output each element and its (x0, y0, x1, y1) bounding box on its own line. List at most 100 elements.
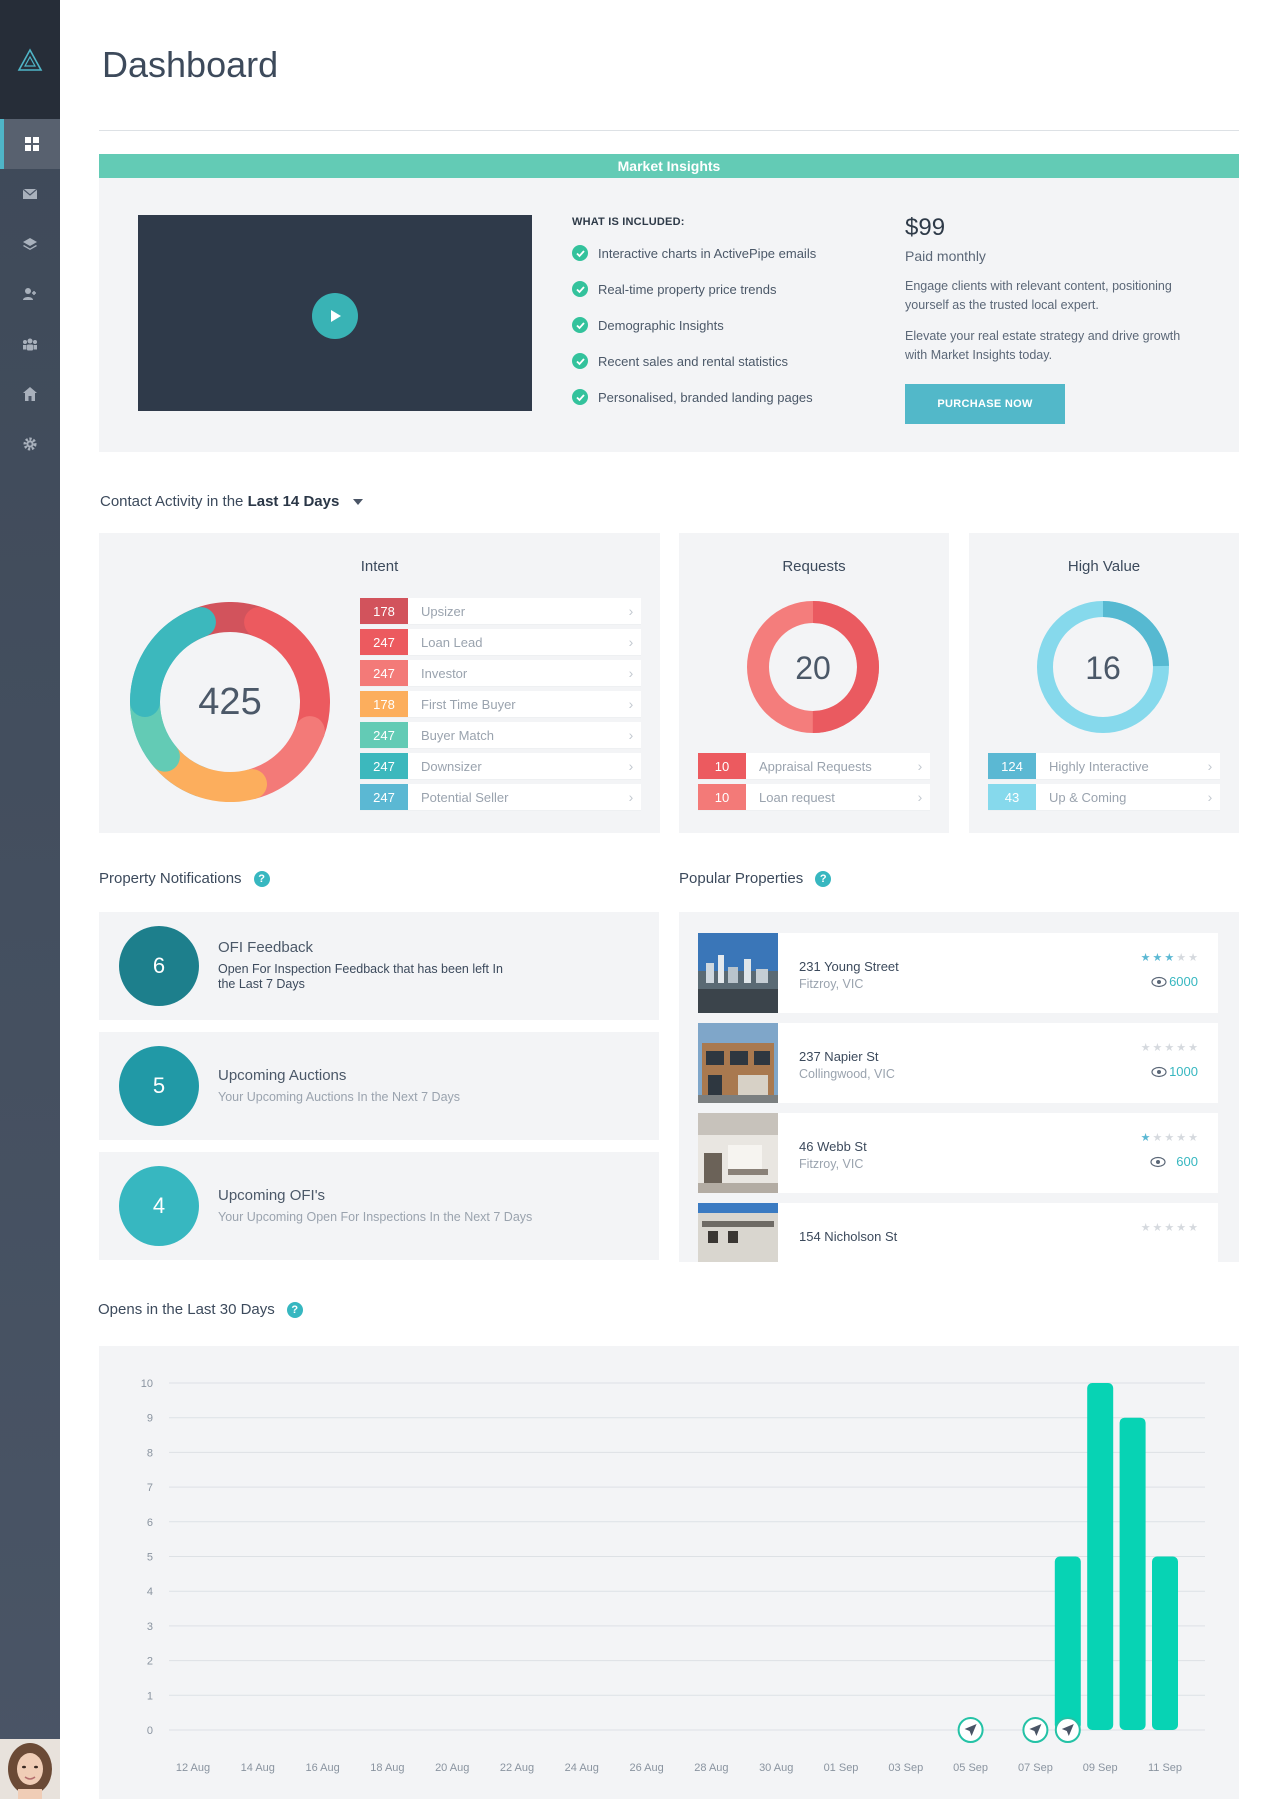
property-image (698, 1023, 778, 1103)
requests-title: Requests (782, 558, 846, 575)
segment-row[interactable]: 43 Up & Coming › (988, 784, 1220, 811)
property-suburb: Fitzroy, VIC (799, 1157, 864, 1171)
property-image (698, 1203, 778, 1262)
sidebar-item-dashboard[interactable] (0, 119, 60, 169)
segment-row[interactable]: 178 Upsizer › (360, 598, 641, 625)
x-tick-label: 22 Aug (500, 1762, 534, 1774)
notification-upcoming-auctions[interactable]: 5 Upcoming Auctions Your Upcoming Auctio… (99, 1032, 659, 1140)
high-value-donut: 16 (1037, 601, 1169, 733)
property-rating: ★★★★★ (1141, 1221, 1200, 1234)
market-insights-panel: WHAT IS INCLUDED: Interactive charts in … (99, 178, 1239, 452)
property-views: 600 (1150, 1154, 1198, 1169)
billing-period: Paid monthly (905, 248, 986, 264)
chevron-right-icon: › (628, 634, 634, 650)
property-views: 6000 (1151, 974, 1198, 989)
notification-count: 4 (119, 1166, 199, 1246)
chevron-down-icon[interactable] (353, 499, 364, 506)
segment-row[interactable]: 10 Appraisal Requests › (698, 753, 930, 780)
segment-count: 247 (360, 629, 408, 655)
y-tick-label: 7 (147, 1482, 153, 1494)
property-row[interactable]: 46 Webb St Fitzroy, VIC ★★★★★ 600 (698, 1113, 1218, 1193)
segment-row[interactable]: 10 Loan request › (698, 784, 930, 811)
segment-count: 247 (360, 784, 408, 810)
x-tick-label: 28 Aug (694, 1762, 728, 1774)
segment-count: 10 (698, 784, 746, 810)
segment-row[interactable]: 124 Highly Interactive › (988, 753, 1220, 780)
segment-count: 10 (698, 753, 746, 779)
sidebar-item-properties[interactable] (0, 369, 60, 419)
check-icon (572, 353, 588, 369)
groups-icon (23, 338, 37, 351)
app-logo[interactable] (0, 0, 60, 119)
segment-label: Investor (421, 665, 468, 681)
property-address: 46 Webb St (799, 1139, 867, 1154)
donut-segment (130, 607, 216, 717)
x-tick-label: 30 Aug (759, 1762, 793, 1774)
sidebar-item-contacts[interactable] (0, 269, 60, 319)
chevron-right-icon: › (1207, 789, 1213, 805)
user-avatar[interactable] (0, 1739, 60, 1799)
play-button[interactable] (312, 293, 358, 339)
property-notifications-title: Property Notifications ? (99, 870, 270, 887)
period-selector[interactable]: Last 14 Days (248, 493, 340, 510)
notification-ofi-feedback[interactable]: 6 OFI Feedback Open For Inspection Feedb… (99, 912, 659, 1020)
help-icon[interactable]: ? (253, 870, 270, 887)
bar (1152, 1556, 1178, 1730)
help-icon[interactable]: ? (815, 870, 832, 887)
sidebar-item-settings[interactable] (0, 419, 60, 469)
eye-icon (1150, 1156, 1166, 1167)
sidebar-item-mail[interactable] (0, 169, 60, 219)
segment-count: 124 (988, 753, 1036, 779)
title-divider (99, 130, 1239, 131)
y-tick-label: 9 (147, 1413, 153, 1425)
y-tick-label: 4 (147, 1586, 153, 1598)
notification-upcoming-ofis[interactable]: 4 Upcoming OFI's Your Upcoming Open For … (99, 1152, 659, 1260)
segment-row[interactable]: 178 First Time Buyer › (360, 691, 641, 718)
x-tick-label: 14 Aug (241, 1762, 275, 1774)
notification-title: Upcoming Auctions (218, 1067, 347, 1084)
purchase-button[interactable]: PURCHASE NOW (905, 384, 1065, 424)
promo-video[interactable] (138, 215, 532, 411)
intent-title: Intent (360, 558, 399, 575)
requests-total: 20 (795, 650, 831, 686)
segment-row[interactable]: 247 Investor › (360, 660, 641, 687)
help-icon[interactable]: ? (286, 1301, 303, 1318)
segment-row[interactable]: 247 Buyer Match › (360, 722, 641, 749)
segment-label: First Time Buyer (421, 696, 516, 712)
star-icon: ★ (1140, 1132, 1153, 1144)
eye-icon (1151, 1066, 1167, 1077)
y-tick-label: 1 (147, 1690, 153, 1702)
property-suburb: Collingwood, VIC (799, 1067, 895, 1081)
property-row[interactable]: 237 Napier St Collingwood, VIC ★★★★★ 100… (698, 1023, 1218, 1103)
price: $99 (905, 214, 946, 241)
contact-activity-title[interactable]: Contact Activity in the Last 14 Days (100, 493, 364, 510)
intent-total: 425 (198, 681, 261, 723)
x-tick-label: 03 Sep (888, 1762, 923, 1774)
feature-item: Real-time property price trends (572, 281, 776, 297)
intent-card: Intent 425 178 Upsizer › 247 Loan Lead › 247 In… (99, 533, 660, 833)
property-image (698, 1113, 778, 1193)
check-icon (572, 389, 588, 405)
sidebar-item-layers[interactable] (0, 219, 60, 269)
segment-label: Upsizer (421, 603, 466, 619)
feature-item: Personalised, branded landing pages (572, 389, 813, 405)
logo-icon (17, 47, 43, 71)
property-row[interactable]: 231 Young Street Fitzroy, VIC ★★★★★ 6000 (698, 933, 1218, 1013)
gear-icon (23, 437, 37, 451)
chevron-right-icon: › (628, 789, 634, 805)
x-tick-label: 20 Aug (435, 1762, 469, 1774)
sidebar-item-groups[interactable] (0, 319, 60, 369)
high-value-total: 16 (1085, 650, 1121, 686)
segment-row[interactable]: 247 Potential Seller › (360, 784, 641, 811)
check-icon (572, 281, 588, 297)
y-tick-label: 6 (147, 1517, 153, 1529)
segment-label: Appraisal Requests (759, 758, 872, 774)
segment-row[interactable]: 247 Downsizer › (360, 753, 641, 780)
star-icon: ★★★★★ (1140, 1222, 1200, 1234)
property-row[interactable]: 154 Nicholson St ★★★★★ (698, 1203, 1218, 1262)
notification-count: 6 (119, 926, 199, 1006)
segment-count: 247 (360, 722, 408, 748)
notification-subtitle: Your Upcoming Auctions In the Next 7 Day… (218, 1090, 461, 1104)
chevron-right-icon: › (628, 758, 634, 774)
segment-row[interactable]: 247 Loan Lead › (360, 629, 641, 656)
